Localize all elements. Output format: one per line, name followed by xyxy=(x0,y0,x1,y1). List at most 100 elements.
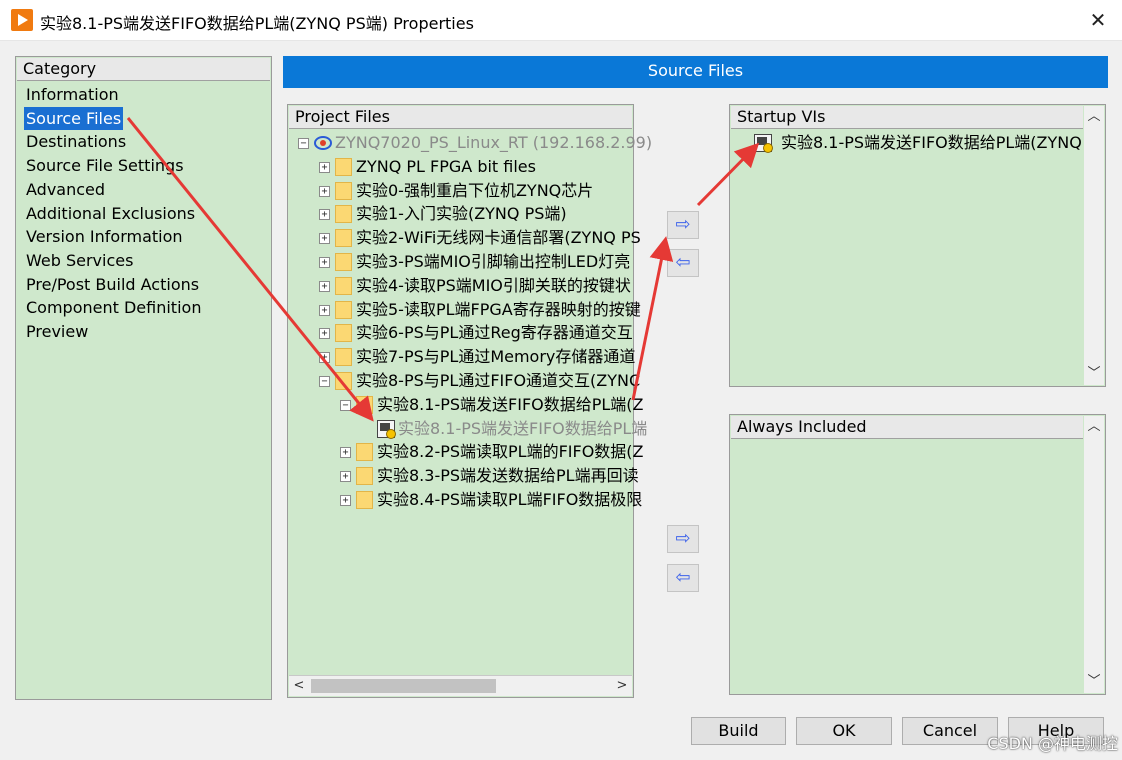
collapse-icon[interactable]: − xyxy=(319,376,330,387)
startup-vi-label: 实验8.1-PS端发送FIFO数据给PL端(ZYNQ P xyxy=(781,133,1097,152)
folder-icon xyxy=(356,395,373,414)
build-button[interactable]: Build xyxy=(691,717,786,745)
folder-icon xyxy=(335,372,352,390)
tree-row[interactable]: + 实验3-PS端MIO引脚输出控制LED灯亮 xyxy=(288,250,633,274)
section-banner: Source Files xyxy=(283,56,1108,88)
remove-always-included-button[interactable]: ⇦ xyxy=(667,564,699,592)
tree-row[interactable]: + 实验2-WiFi无线网卡通信部署(ZYNQ PS xyxy=(288,226,641,250)
folder-icon xyxy=(335,205,352,224)
scroll-down-icon[interactable]: ﹀ xyxy=(1085,673,1103,691)
add-startup-vi-button[interactable]: ⇨ xyxy=(667,211,699,239)
tree-row[interactable]: + 实验4-读取PS端MIO引脚关联的按键状 xyxy=(288,274,633,298)
tree-item-label: 实验8-PS与PL通过FIFO通道交互(ZYNC xyxy=(356,371,641,390)
category-item[interactable]: Advanced xyxy=(24,178,203,202)
tree-row[interactable]: + 实验8.3-PS端发送数据给PL端再回读 xyxy=(288,464,639,488)
expand-icon[interactable]: + xyxy=(340,471,351,483)
tree-row[interactable]: + 实验7-PS与PL通过Memory存储器通道 xyxy=(288,345,636,369)
folder-icon xyxy=(356,491,373,509)
tree-row[interactable]: − 实验8-PS与PL通过FIFO通道交互(ZYNC xyxy=(288,369,640,393)
watermark: CSDN @神电测控 xyxy=(987,734,1118,753)
expand-icon[interactable]: + xyxy=(319,328,330,340)
project-files-header: Project Files xyxy=(289,106,632,129)
category-item[interactable]: Web Services xyxy=(24,249,203,273)
tree-item-label: 实验1-入门实验(ZYNQ PS端) xyxy=(356,204,567,224)
remove-startup-vi-button[interactable]: ⇦ xyxy=(667,249,699,277)
category-item[interactable]: Source File Settings xyxy=(24,154,203,178)
tree-item-label: 实验6-PS与PL通过Reg寄存器通道交互 xyxy=(356,323,633,343)
expand-icon[interactable]: + xyxy=(319,304,330,316)
scroll-right-icon[interactable]: > xyxy=(613,677,631,695)
expand-icon[interactable]: + xyxy=(319,280,330,292)
folder-icon xyxy=(335,300,352,319)
category-item-label: Information xyxy=(26,85,119,104)
tree-row[interactable]: + 实验6-PS与PL通过Reg寄存器通道交互 xyxy=(288,321,633,345)
expand-icon[interactable]: + xyxy=(319,257,330,268)
tree-row[interactable]: − 实验8.1-PS端发送FIFO数据给PL端(Z xyxy=(288,393,644,417)
close-icon[interactable]: ✕ xyxy=(1082,4,1114,36)
category-item[interactable]: Preview xyxy=(24,320,203,344)
category-item[interactable]: Information xyxy=(24,83,203,107)
vertical-scrollbar[interactable]: ︿ ﹀ xyxy=(1084,106,1104,385)
scroll-down-icon[interactable]: ﹀ xyxy=(1085,365,1103,383)
category-item-label: Preview xyxy=(26,322,89,342)
category-item[interactable]: Source Files xyxy=(24,106,203,131)
expand-icon[interactable]: + xyxy=(319,161,330,173)
tree-item-label: 实验4-读取PS端MIO引脚关联的按键状 xyxy=(356,275,631,295)
expand-icon[interactable]: + xyxy=(340,495,351,506)
category-item-label: Pre/Post Build Actions xyxy=(26,274,200,294)
expand-icon[interactable]: + xyxy=(319,185,330,197)
tree-item-label: ZYNQ PL FPGA bit files xyxy=(356,156,536,176)
category-item-label: Source Files xyxy=(24,106,124,131)
tree-row[interactable]: + ZYNQ PL FPGA bit files xyxy=(288,155,633,179)
category-item[interactable]: Additional Exclusions xyxy=(24,202,203,226)
scroll-left-icon[interactable]: < xyxy=(290,677,308,695)
expand-icon[interactable]: + xyxy=(319,209,330,221)
category-item[interactable]: Pre/Post Build Actions xyxy=(24,273,203,297)
category-item-label: Web Services xyxy=(26,250,134,270)
tree-row[interactable]: + 实验0-强制重启下位机ZYNQ芯片 xyxy=(288,179,633,203)
ok-button[interactable]: OK xyxy=(796,717,892,745)
add-always-included-button[interactable]: ⇨ xyxy=(667,525,699,553)
tree-row[interactable]: + 实验5-读取PL端FPGA寄存器映射的按键 xyxy=(288,298,641,322)
category-item[interactable]: Component Definition xyxy=(24,296,203,320)
scroll-up-icon[interactable]: ︿ xyxy=(1085,108,1103,126)
startup-vi-item[interactable]: 实验8.1-PS端发送FIFO数据给PL端(ZYNQ P xyxy=(730,131,1097,155)
collapse-icon[interactable]: − xyxy=(298,138,309,149)
expand-icon[interactable]: + xyxy=(319,352,330,364)
folder-icon xyxy=(356,467,373,486)
tree-row[interactable]: + 实验8.2-PS端读取PL端的FIFO数据(Z xyxy=(288,440,644,464)
scroll-up-icon[interactable]: ︿ xyxy=(1085,418,1103,436)
folder-icon xyxy=(335,181,352,200)
always-included-header: Always Included xyxy=(731,416,1083,439)
category-item[interactable]: Version Information xyxy=(24,225,203,249)
tree-row[interactable]: + 实验1-入门实验(ZYNQ PS端) xyxy=(288,202,633,226)
folder-icon xyxy=(335,157,352,176)
category-item-label: Component Definition xyxy=(26,298,202,318)
tree-row[interactable]: − ZYNQ7020_PS_Linux_RT (192.168.2.99) xyxy=(288,131,652,155)
folder-icon xyxy=(335,348,352,367)
project-files-panel: Project Files − ZYNQ7020_PS_Linux_RT (192… xyxy=(287,104,652,698)
horizontal-scrollbar[interactable]: < > xyxy=(289,675,632,696)
scroll-thumb[interactable] xyxy=(311,679,496,693)
expand-icon[interactable]: + xyxy=(319,233,330,245)
category-list: Information Source Files Destinations Sourc… xyxy=(24,83,203,344)
tree-item-label: 实验8.1-PS端发送FIFO数据给PL端 xyxy=(398,418,648,438)
tree-row[interactable]: + 实验8.4-PS端读取PL端FIFO数据极限 xyxy=(288,488,642,512)
category-item-label: Source File Settings xyxy=(26,156,184,176)
tree-row[interactable]: 实验8.1-PS端发送FIFO数据给PL端 xyxy=(288,417,647,441)
expand-icon[interactable]: + xyxy=(340,447,351,459)
tree-item-label: 实验5-读取PL端FPGA寄存器映射的按键 xyxy=(356,299,641,319)
startup-vis-panel: Startup VIs 实验8.1-PS端发送FIFO数据给PL端(ZYNQ P… xyxy=(729,104,1106,387)
tree-item-label: 实验8.3-PS端发送数据给PL端再回读 xyxy=(377,466,639,486)
always-included-panel: Always Included ︿ ﹀ xyxy=(729,414,1106,695)
vertical-scrollbar[interactable]: ︿ ﹀ xyxy=(1084,416,1104,693)
cancel-button[interactable]: Cancel xyxy=(902,717,998,745)
category-panel: Category Information Source Files Destinat… xyxy=(15,56,272,700)
tree-item-label: 实验8.4-PS端读取PL端FIFO数据极限 xyxy=(377,490,643,509)
title-bar: 实验8.1-PS端发送FIFO数据给PL端(ZYNQ PS端) Properti… xyxy=(0,0,1122,41)
category-item[interactable]: Destinations xyxy=(24,130,203,154)
folder-icon xyxy=(335,324,352,343)
category-item-label: Additional Exclusions xyxy=(26,203,196,223)
tree-item-label: 实验7-PS与PL通过Memory存储器通道 xyxy=(356,347,636,367)
collapse-icon[interactable]: − xyxy=(340,399,351,411)
